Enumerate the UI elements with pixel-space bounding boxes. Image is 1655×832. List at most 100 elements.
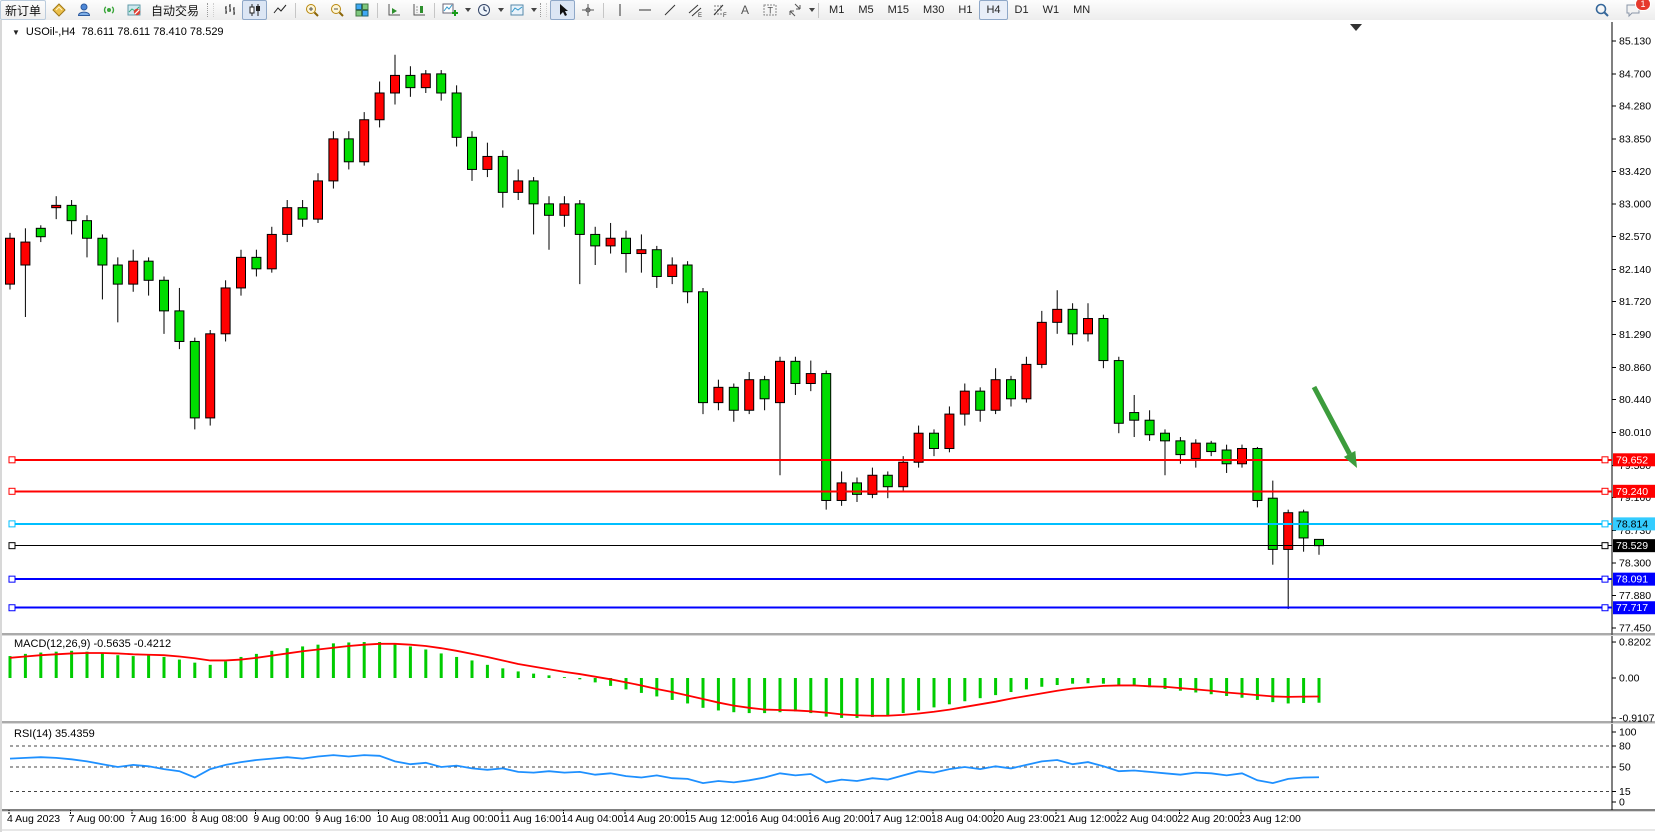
svg-text:0: 0 (1619, 797, 1625, 809)
timeframe-M5[interactable]: M5 (851, 0, 880, 20)
svg-text:79.652: 79.652 (1616, 454, 1648, 466)
search-icon[interactable] (1589, 0, 1614, 20)
channel-tool-icon[interactable]: E (682, 0, 707, 20)
rsi-label: RSI(14) 35.4359 (14, 728, 95, 740)
svg-text:100: 100 (1619, 727, 1637, 739)
chart-shift-marker (1350, 24, 1362, 31)
macd-indicator: 0.82020.00-0.9107MACD(12,26,9) -0.5635 -… (9, 637, 1655, 725)
svg-text:80: 80 (1619, 741, 1631, 753)
periods-clock-icon[interactable] (471, 0, 496, 20)
svg-text:F: F (723, 13, 727, 18)
zoom-in-icon[interactable] (299, 0, 324, 20)
svg-text:50: 50 (1619, 762, 1631, 774)
user-icon[interactable] (71, 0, 96, 20)
svg-text:80.860: 80.860 (1619, 362, 1651, 374)
crosshair-icon[interactable] (575, 0, 600, 20)
timeframe-group: M1M5M15M30H1H4D1W1MN (822, 0, 1097, 20)
svg-text:7 Aug 00:00: 7 Aug 00:00 (69, 813, 125, 825)
svg-text:78.529: 78.529 (1616, 540, 1648, 552)
svg-text:84.700: 84.700 (1619, 68, 1651, 80)
template-icon[interactable] (504, 0, 529, 20)
autotrade-icon[interactable] (121, 0, 146, 20)
time-axis[interactable]: 4 Aug 2023 7 Aug 00:00 7 Aug 16:00 8 Aug 08… (7, 810, 1301, 825)
svg-text:78.300: 78.300 (1619, 558, 1651, 570)
svg-text:8 Aug 08:00: 8 Aug 08:00 (192, 813, 248, 825)
toolbar: 新订单 自动交易 (0, 0, 1655, 21)
svg-text:T: T (767, 6, 773, 16)
timeframe-W1[interactable]: W1 (1036, 0, 1067, 20)
text-label-tool-icon[interactable]: T (757, 0, 782, 20)
line-chart-type-icon[interactable] (267, 0, 292, 20)
fibonacci-tool-icon[interactable]: F (707, 0, 732, 20)
chart-ohlc-values: 78.611 78.611 78.410 78.529 (81, 26, 223, 38)
svg-text:84.280: 84.280 (1619, 100, 1651, 112)
toolbar-separator (434, 3, 435, 18)
timeframe-M1[interactable]: M1 (822, 0, 851, 20)
svg-text:78.091: 78.091 (1616, 574, 1648, 586)
toolbar-right-group: 1 (1589, 0, 1655, 20)
tile-windows-icon[interactable] (349, 0, 374, 20)
cursor-icon[interactable] (550, 0, 575, 20)
candlestick-chart-type-icon[interactable] (242, 0, 267, 20)
horizontal-line-tool-icon[interactable] (632, 0, 657, 20)
chart-window[interactable]: 85.13084.70084.28083.85083.42083.00082.5… (0, 20, 1655, 832)
svg-text:18 Aug 04:00: 18 Aug 04:00 (931, 813, 993, 825)
svg-text:9 Aug 16:00: 9 Aug 16:00 (315, 813, 371, 825)
text-tool-icon[interactable]: A (732, 0, 757, 20)
timeframe-H1[interactable]: H1 (951, 0, 979, 20)
pane-separators[interactable] (2, 634, 1655, 830)
svg-text:A: A (741, 3, 749, 17)
svg-text:7 Aug 16:00: 7 Aug 16:00 (130, 813, 186, 825)
chart-title: ▼ USOil-,H4 78.611 78.611 78.410 78.529 (12, 26, 224, 38)
zoom-out-icon[interactable] (324, 0, 349, 20)
svg-text:16 Aug 04:00: 16 Aug 04:00 (746, 813, 808, 825)
auto-scroll-icon[interactable] (381, 0, 406, 20)
svg-text:16 Aug 20:00: 16 Aug 20:00 (808, 813, 870, 825)
autotrade-button[interactable]: 自动交易 (146, 0, 204, 20)
market-diamond-icon[interactable] (46, 0, 71, 20)
arrows-caret-icon[interactable] (809, 8, 815, 12)
svg-text:4 Aug 2023: 4 Aug 2023 (7, 813, 60, 825)
chat-icon[interactable]: 1 (1620, 0, 1645, 20)
svg-text:80.010: 80.010 (1619, 427, 1651, 439)
chart-shift-icon[interactable] (406, 0, 431, 20)
new-order-button[interactable]: 新订单 (0, 0, 46, 20)
bar-chart-type-icon[interactable] (217, 0, 242, 20)
svg-text:0.00: 0.00 (1619, 673, 1640, 685)
annotations-layer[interactable] (1314, 24, 1362, 468)
timeframe-D1[interactable]: D1 (1008, 0, 1036, 20)
svg-text:11 Aug 00:00: 11 Aug 00:00 (438, 813, 499, 825)
svg-text:82.140: 82.140 (1619, 264, 1651, 276)
svg-text:77.717: 77.717 (1616, 602, 1648, 614)
svg-text:80.440: 80.440 (1619, 394, 1651, 406)
svg-text:E: E (698, 13, 702, 18)
horizontal-price-lines[interactable] (9, 457, 1612, 611)
svg-text:23 Aug 12:00: 23 Aug 12:00 (1239, 813, 1301, 825)
svg-text:81.290: 81.290 (1619, 329, 1651, 341)
chart-symbol-period: USOil-,H4 (26, 26, 76, 38)
toolbar-grip (207, 3, 214, 17)
toolbar-separator (377, 3, 378, 18)
template-caret-icon[interactable] (531, 8, 537, 12)
timeframe-M15[interactable]: M15 (881, 0, 916, 20)
svg-text:83.000: 83.000 (1619, 198, 1651, 210)
timeframe-MN[interactable]: MN (1066, 0, 1097, 20)
svg-text:10 Aug 08:00: 10 Aug 08:00 (377, 813, 439, 825)
timeframe-M30[interactable]: M30 (916, 0, 951, 20)
chart-canvas[interactable]: 85.13084.70084.28083.85083.42083.00082.5… (2, 20, 1655, 832)
timeframe-H4[interactable]: H4 (979, 0, 1007, 20)
rsi-indicator: 1008050150RSI(14) 35.4359 (10, 727, 1637, 809)
add-indicator-icon[interactable] (438, 0, 463, 20)
trendline-tool-icon[interactable] (657, 0, 682, 20)
vertical-line-tool-icon[interactable] (607, 0, 632, 20)
price-axis[interactable]: 85.13084.70084.28083.85083.42083.00082.5… (1612, 22, 1651, 810)
signal-icon[interactable] (96, 0, 121, 20)
svg-text:77.880: 77.880 (1619, 590, 1651, 602)
svg-text:17 Aug 12:00: 17 Aug 12:00 (869, 813, 931, 825)
chart-dropdown-icon[interactable]: ▼ (12, 28, 20, 37)
svg-text:77.450: 77.450 (1619, 623, 1651, 635)
svg-text:14 Aug 04:00: 14 Aug 04:00 (561, 813, 623, 825)
svg-text:14 Aug 20:00: 14 Aug 20:00 (623, 813, 685, 825)
svg-text:11 Aug 16:00: 11 Aug 16:00 (500, 813, 561, 825)
arrows-tool-icon[interactable] (782, 0, 807, 20)
